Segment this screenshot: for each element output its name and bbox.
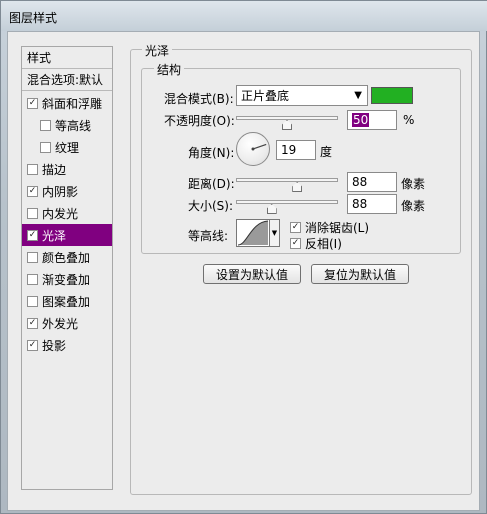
size-input[interactable]: 88 — [347, 194, 397, 214]
list-item-bevel-emboss[interactable]: ✓ 斜面和浮雕 — [22, 92, 112, 114]
inner-glow-checkbox[interactable] — [27, 207, 38, 219]
opacity-input[interactable]: 50 — [347, 110, 397, 130]
anti-alias-option[interactable]: ✓ 消除锯齿(L) — [290, 219, 369, 236]
invert-checkbox[interactable]: ✓ — [290, 238, 301, 249]
inner-shadow-checkbox[interactable]: ✓ — [27, 185, 38, 197]
size-unit: 像素 — [401, 199, 426, 213]
list-item-label: 渐变叠加 — [42, 272, 91, 287]
make-default-button[interactable]: 设置为默认值 — [203, 264, 301, 284]
gradient-overlay-checkbox[interactable] — [27, 273, 38, 285]
blending-options-item[interactable]: 混合选项:默认 — [22, 69, 112, 91]
invert-option[interactable]: ✓ 反相(I) — [290, 235, 342, 252]
list-item-label: 颜色叠加 — [42, 250, 91, 265]
contour-preview[interactable] — [236, 219, 270, 247]
list-item-stroke[interactable]: 描边 — [22, 158, 112, 180]
list-item-inner-shadow[interactable]: ✓ 内阴影 — [22, 180, 112, 202]
angle-input[interactable]: 19 — [276, 140, 316, 160]
list-item-label: 内发光 — [42, 206, 79, 221]
chevron-down-icon: ▼ — [271, 229, 278, 237]
angle-needle-icon — [251, 143, 267, 151]
angle-dial[interactable] — [236, 132, 270, 166]
distance-input[interactable]: 88 — [347, 172, 397, 192]
list-item-inner-glow[interactable]: 内发光 — [22, 202, 112, 224]
reset-default-button[interactable]: 复位为默认值 — [311, 264, 409, 284]
blend-mode-label: 混合模式(B): — [164, 92, 234, 106]
stroke-checkbox[interactable] — [27, 163, 38, 175]
outer-glow-checkbox[interactable]: ✓ — [27, 317, 38, 329]
blending-options-label: 混合选项:默认 — [27, 73, 104, 87]
list-item-gradient-overlay[interactable]: 渐变叠加 — [22, 268, 112, 290]
dialog-body: 样式 混合选项:默认 ✓ 斜面和浮雕 等高线 纹理 描边 ✓ 内阴影 内发光 ✓… — [7, 31, 480, 511]
list-item-label: 内阴影 — [42, 184, 79, 199]
opacity-slider-track[interactable] — [236, 116, 338, 120]
satin-color-swatch[interactable] — [371, 87, 413, 104]
list-item-label: 外发光 — [42, 316, 79, 331]
distance-unit: 像素 — [401, 177, 426, 191]
distance-label: 距离(D): — [188, 177, 235, 191]
satin-group-title: 光泽 — [142, 42, 173, 59]
title-bar[interactable]: 图层样式 — [1, 1, 487, 31]
invert-label: 反相(I) — [305, 237, 342, 251]
list-item-pattern-overlay[interactable]: 图案叠加 — [22, 290, 112, 312]
list-item-label: 光泽 — [42, 228, 67, 243]
color-overlay-checkbox[interactable] — [27, 251, 38, 263]
list-item-label: 等高线 — [55, 118, 92, 133]
opacity-value: 50 — [352, 113, 370, 127]
drop-shadow-checkbox[interactable]: ✓ — [27, 339, 38, 351]
angle-unit: 度 — [320, 145, 333, 159]
styles-header-label: 样式 — [27, 51, 52, 65]
distance-value: 88 — [352, 175, 368, 189]
layer-style-dialog: 图层样式 样式 混合选项:默认 ✓ 斜面和浮雕 等高线 纹理 描边 ✓ 内阴影 … — [0, 0, 487, 514]
list-item-label: 纹理 — [55, 140, 80, 155]
chevron-down-icon: ▼ — [354, 90, 362, 101]
list-item-outer-glow[interactable]: ✓ 外发光 — [22, 312, 112, 334]
list-item-label: 描边 — [42, 162, 67, 177]
list-item-label: 图案叠加 — [42, 294, 91, 309]
distance-slider-track[interactable] — [236, 178, 338, 182]
size-label: 大小(S): — [188, 199, 234, 213]
blend-mode-value: 正片叠底 — [241, 89, 290, 103]
bevel-emboss-checkbox[interactable]: ✓ — [27, 97, 38, 109]
list-item-satin[interactable]: ✓ 光泽 — [22, 224, 112, 246]
list-item-texture[interactable]: 纹理 — [22, 136, 112, 158]
anti-alias-label: 消除锯齿(L) — [305, 221, 370, 235]
blend-mode-select[interactable]: 正片叠底 ▼ — [236, 85, 368, 106]
list-item-label: 投影 — [42, 338, 67, 353]
opacity-label: 不透明度(O): — [164, 114, 235, 128]
styles-header[interactable]: 样式 — [22, 47, 112, 69]
size-slider-track[interactable] — [236, 200, 338, 204]
contour-label: 等高线: — [188, 229, 229, 243]
contour-checkbox[interactable] — [40, 119, 51, 131]
window-title: 图层样式 — [9, 11, 58, 25]
opacity-unit: % — [403, 113, 415, 127]
angle-label: 角度(N): — [188, 146, 235, 160]
contour-curve-icon — [237, 220, 269, 246]
styles-list: 样式 混合选项:默认 ✓ 斜面和浮雕 等高线 纹理 描边 ✓ 内阴影 内发光 ✓… — [21, 46, 113, 490]
list-item-contour[interactable]: 等高线 — [22, 114, 112, 136]
satin-checkbox[interactable]: ✓ — [27, 229, 38, 241]
structure-group-title: 结构 — [154, 61, 185, 78]
texture-checkbox[interactable] — [40, 141, 51, 153]
pattern-overlay-checkbox[interactable] — [27, 295, 38, 307]
contour-dropdown-button[interactable]: ▼ — [270, 219, 280, 247]
anti-alias-checkbox[interactable]: ✓ — [290, 222, 301, 233]
size-value: 88 — [352, 197, 368, 211]
list-item-drop-shadow[interactable]: ✓ 投影 — [22, 334, 112, 356]
angle-value: 19 — [281, 143, 297, 157]
list-item-label: 斜面和浮雕 — [42, 96, 103, 111]
list-item-color-overlay[interactable]: 颜色叠加 — [22, 246, 112, 268]
